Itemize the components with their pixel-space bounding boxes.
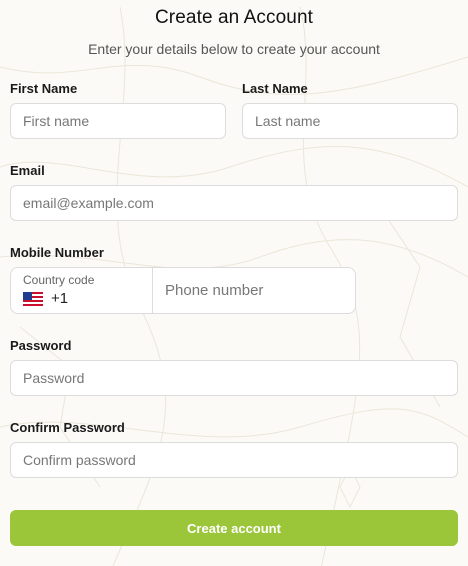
- last-name-input[interactable]: Last name: [242, 103, 458, 139]
- password-group: Password Password: [10, 338, 458, 396]
- first-name-label: First Name: [10, 81, 78, 96]
- email-input[interactable]: email@example.com: [10, 185, 458, 221]
- page-subtitle: Enter your details below to create your …: [88, 41, 380, 57]
- last-name-label: Last Name: [242, 81, 308, 96]
- country-code-text: +1: [51, 290, 69, 307]
- confirm-password-group: Confirm Password Confirm password: [10, 420, 458, 478]
- email-label: Email: [10, 163, 45, 178]
- first-name-group: First Name First name: [10, 81, 226, 139]
- mobile-group: Mobile Number Country code +1 Phone numb…: [10, 245, 458, 314]
- first-name-input[interactable]: First name: [10, 103, 226, 139]
- confirm-password-input[interactable]: Confirm password: [10, 442, 458, 478]
- password-input[interactable]: Password: [10, 360, 458, 396]
- last-name-group: Last Name Last name: [242, 81, 458, 139]
- confirm-password-label: Confirm Password: [10, 420, 125, 435]
- country-code-value: +1: [23, 290, 140, 307]
- page-title: Create an Account: [154, 7, 314, 28]
- phone-number-input[interactable]: Phone number: [153, 268, 355, 313]
- us-flag-icon: [23, 291, 43, 306]
- country-code-label: Country code: [23, 273, 95, 287]
- mobile-label: Mobile Number: [10, 245, 104, 260]
- password-label: Password: [10, 338, 72, 353]
- phone-field: Country code +1 Phone number: [10, 267, 356, 314]
- country-code-select[interactable]: Country code +1: [11, 268, 153, 313]
- create-account-button[interactable]: Create account: [10, 510, 458, 546]
- email-group: Email email@example.com: [10, 163, 458, 221]
